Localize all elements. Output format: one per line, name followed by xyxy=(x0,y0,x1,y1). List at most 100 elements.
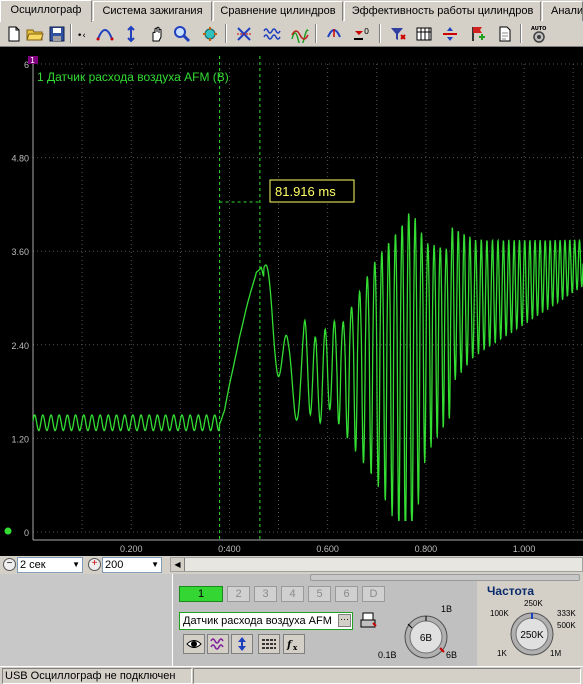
plot-grid xyxy=(32,56,583,541)
auto-settings-button[interactable]: AUTO xyxy=(528,23,549,44)
pan-button[interactable] xyxy=(146,23,167,44)
usb-icon: •‹ xyxy=(77,31,86,41)
filter-button[interactable] xyxy=(387,23,408,44)
channel-1-button[interactable]: 1 xyxy=(179,586,223,602)
tab-bar: Осциллограф Система зажигания Сравнение … xyxy=(0,0,583,22)
vertical-offset-button[interactable] xyxy=(231,634,253,654)
horizontal-scrollbar[interactable]: ◀ xyxy=(170,557,583,572)
vertical-arrows-icon xyxy=(126,25,135,42)
usb-device-button[interactable]: •‹ xyxy=(74,23,95,44)
y-tick-label: 3.60 xyxy=(11,247,29,257)
math-function-button[interactable]: fx xyxy=(283,634,305,654)
marker-flag-button[interactable] xyxy=(467,23,488,44)
measurement-cursors xyxy=(219,56,261,540)
frequency-knob[interactable]: 250K 250K 100K 333K 500K 1K 1M xyxy=(484,597,583,661)
oscilloscope-display[interactable]: 6 4.80 3.60 2.40 1.20 0 0.200 0:400 0.600 0.800 1.… xyxy=(0,56,583,556)
multi-wave-icon xyxy=(290,28,309,43)
afm-waveform-trace xyxy=(32,213,583,522)
channel-1-marker: 1 xyxy=(28,56,38,65)
tab-oscilloscope[interactable]: Осциллограф xyxy=(0,0,92,22)
channel-label: 1 Датчик расхода воздуха AFM (B) xyxy=(37,70,229,84)
channel-6-button[interactable]: 6 xyxy=(335,586,358,602)
wave-filter-button[interactable] xyxy=(261,23,282,44)
zero-level-button[interactable]: 0 xyxy=(350,23,371,44)
open-file-button[interactable] xyxy=(24,23,45,44)
sensor-browse-button[interactable]: ··· xyxy=(338,614,351,627)
vertical-scale-button[interactable] xyxy=(120,23,141,44)
line-style-button[interactable] xyxy=(258,634,280,654)
scroll-track[interactable] xyxy=(310,574,580,581)
align-button[interactable] xyxy=(439,23,460,44)
save-disk-icon xyxy=(49,26,64,41)
auto-trigger-button[interactable] xyxy=(323,23,344,44)
svg-text:f: f xyxy=(286,640,293,651)
printer-icon xyxy=(360,612,377,628)
magnifier-icon xyxy=(173,25,190,42)
time-decrease-button[interactable]: − xyxy=(3,558,16,571)
svg-text:AUTO: AUTO xyxy=(531,26,546,32)
svg-text:•‹: •‹ xyxy=(77,31,86,41)
y-tick-label: 2.40 xyxy=(11,341,29,351)
x-tick-label: 0.800 xyxy=(415,544,438,554)
status-bar: USB Осциллограф не подключен xyxy=(0,666,583,684)
svg-text:0: 0 xyxy=(364,27,369,36)
save-button[interactable] xyxy=(46,23,67,44)
x-tick-label: 1.000 xyxy=(513,544,536,554)
flag-icon xyxy=(471,26,485,41)
channels-button[interactable] xyxy=(289,23,310,44)
svg-text:100K: 100K xyxy=(490,609,509,618)
svg-text:333K: 333K xyxy=(557,609,576,618)
zoom-button[interactable] xyxy=(171,23,192,44)
fx-icon: fx xyxy=(286,640,298,652)
wave-filter-icon xyxy=(262,27,281,40)
open-folder-icon xyxy=(25,29,44,40)
channel-5-button[interactable]: 5 xyxy=(308,586,331,602)
channel-3-button[interactable]: 3 xyxy=(254,586,277,602)
notes-button[interactable] xyxy=(494,23,515,44)
waveform-plot[interactable]: 64.803.602.401.2000.200 0:400 0.600 0.800 1.… xyxy=(0,56,583,556)
trigger-wave-icon xyxy=(96,28,113,40)
auto-trigger-icon xyxy=(326,28,341,37)
channel-2-button[interactable]: 2 xyxy=(227,586,250,602)
tab-ignition-system[interactable]: Система зажигания xyxy=(93,1,212,21)
funnel-icon xyxy=(390,27,406,40)
svg-text:0.1В: 0.1В xyxy=(378,650,397,660)
svg-text:500K: 500K xyxy=(557,621,576,630)
cursor-mode-button[interactable] xyxy=(233,23,254,44)
svg-text:6В: 6В xyxy=(446,650,457,660)
y-tick-label: 4.80 xyxy=(11,154,29,164)
samples-increase-button[interactable]: + xyxy=(88,558,101,571)
svg-text:x: x xyxy=(293,643,298,652)
scroll-left-button[interactable]: ◀ xyxy=(171,558,185,571)
channel-d-button[interactable]: D xyxy=(362,586,385,602)
new-file-icon xyxy=(8,26,19,41)
up-down-arrow-icon xyxy=(238,637,246,651)
visibility-toggle[interactable] xyxy=(183,634,205,654)
timebase-select[interactable]: 2 сек ▼ xyxy=(17,557,83,573)
sensor-config-button[interactable] xyxy=(360,611,378,631)
lines-icon xyxy=(262,639,276,649)
svg-text:1В: 1В xyxy=(441,604,452,614)
toolbar: •‹ 0 AUTO xyxy=(0,21,583,47)
frequency-title: Частота xyxy=(487,584,535,598)
engine-button[interactable] xyxy=(199,23,220,44)
trigger-button[interactable] xyxy=(94,23,115,44)
svg-text:1: 1 xyxy=(30,56,35,65)
tab-analysis[interactable]: Анали xyxy=(542,1,583,21)
waveform-style-button[interactable] xyxy=(207,634,229,654)
zero-level-icon: 0 xyxy=(353,27,369,40)
table-button[interactable] xyxy=(413,23,434,44)
y-tick-label: 0 xyxy=(24,528,29,538)
sensor-select[interactable]: Датчик расхода воздуха AFM xyxy=(179,612,353,630)
x-tick-label: 0.200 xyxy=(120,544,143,554)
voltage-knob[interactable]: 6В 1В 0.1В 6В xyxy=(378,604,474,664)
tab-cylinder-comparison[interactable]: Сравнение цилиндров xyxy=(213,1,343,21)
measurement-value: 81.916 ms xyxy=(275,184,336,199)
svg-text:6В: 6В xyxy=(420,633,433,644)
tab-cylinder-efficiency[interactable]: Эффективность работы цилиндров xyxy=(344,1,541,21)
control-panel: 1 2 3 4 5 6 D Датчик расхода воздуха AFM… xyxy=(0,574,583,666)
hand-icon xyxy=(152,26,161,41)
channel-4-button[interactable]: 4 xyxy=(281,586,304,602)
samples-select[interactable]: 200 ▼ xyxy=(102,557,162,573)
new-file-button[interactable] xyxy=(3,23,24,44)
